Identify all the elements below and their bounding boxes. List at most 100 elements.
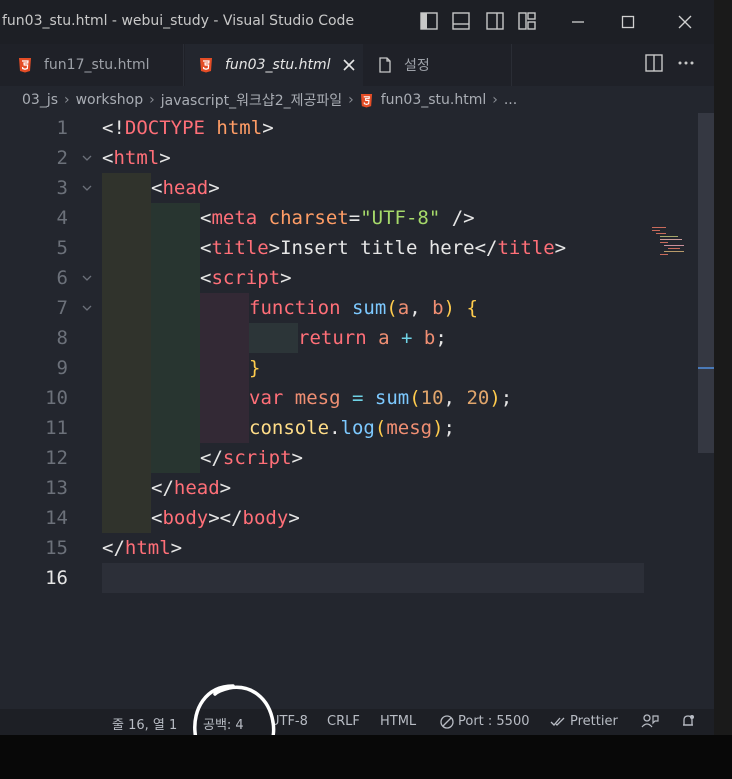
scrollbar-cursor-marker bbox=[698, 367, 714, 369]
tab-fun03-stu[interactable]: fun03_stu.html bbox=[185, 44, 363, 86]
status-bar: 줄 16, 열 1 공백: 4 UTF-8 CRLF HTML Port : 5… bbox=[0, 709, 714, 735]
port-label: Port : 5500 bbox=[458, 714, 530, 729]
code-token: a bbox=[397, 297, 410, 319]
code-line: <html> bbox=[102, 143, 171, 173]
html5-icon bbox=[18, 57, 34, 73]
desktop-background-strip bbox=[714, 0, 732, 779]
minimap[interactable] bbox=[650, 227, 698, 257]
toggle-secondary-sidebar-icon[interactable] bbox=[486, 12, 506, 32]
code-token: < bbox=[200, 237, 212, 259]
file-icon bbox=[378, 57, 394, 73]
code-token: ) bbox=[443, 297, 455, 319]
code-token: > bbox=[554, 237, 567, 259]
fold-chevron-icon[interactable] bbox=[80, 263, 94, 293]
double-check-icon bbox=[550, 716, 566, 728]
notifications-bell-icon[interactable] bbox=[680, 713, 696, 733]
breadcrumb-item[interactable]: 03_js bbox=[22, 92, 58, 108]
code-token: ></ bbox=[208, 507, 243, 529]
code-token: > bbox=[219, 477, 232, 499]
line-number: 8 bbox=[56, 327, 68, 349]
code-token: body bbox=[162, 507, 209, 529]
prettier-label: Prettier bbox=[570, 714, 618, 729]
code-token: title bbox=[211, 237, 269, 259]
desktop-background bbox=[0, 735, 732, 779]
line-number: 13 bbox=[45, 477, 68, 499]
chevron-right-icon: › bbox=[149, 92, 155, 108]
code-token: /> bbox=[440, 207, 475, 229]
code-token: <! bbox=[102, 117, 125, 139]
code-editor[interactable]: 1 2 3 4 5 6 7 8 9 10 11 12 13 14 15 16 <!DOCTYPE html> <… bbox=[0, 113, 714, 713]
code-token: charset bbox=[268, 207, 349, 229]
breadcrumb-ellipsis[interactable]: ... bbox=[504, 92, 517, 108]
indent-guide bbox=[200, 293, 249, 443]
code-token: head bbox=[173, 477, 220, 499]
breadcrumb: 03_js › workshop › javascript_워크샵2_제공파일 … bbox=[0, 86, 714, 114]
eol-setting[interactable]: CRLF bbox=[327, 714, 360, 729]
code-token: , bbox=[443, 387, 467, 409]
split-editor-icon[interactable] bbox=[645, 54, 665, 74]
code-token: < bbox=[200, 207, 212, 229]
close-tab-icon[interactable] bbox=[342, 59, 355, 71]
close-window-button[interactable] bbox=[673, 10, 697, 34]
code-token: > bbox=[262, 117, 274, 139]
code-line: <!DOCTYPE html> bbox=[102, 113, 274, 143]
maximize-button[interactable] bbox=[616, 10, 640, 34]
current-line-highlight bbox=[102, 563, 644, 593]
prettier-status[interactable]: Prettier bbox=[550, 714, 618, 729]
code-token: ) bbox=[432, 417, 444, 439]
line-number: 4 bbox=[56, 207, 68, 229]
code-token: < bbox=[151, 177, 163, 199]
vertical-scrollbar[interactable] bbox=[698, 113, 714, 453]
code-token: a bbox=[378, 327, 390, 349]
code-token: mesg bbox=[294, 387, 341, 409]
code-token: log bbox=[340, 417, 375, 439]
language-mode[interactable]: HTML bbox=[380, 714, 416, 729]
breadcrumb-item[interactable]: workshop bbox=[76, 92, 144, 108]
code-token: body bbox=[242, 507, 289, 529]
code-token: > bbox=[170, 537, 183, 559]
code-line: console.log(mesg); bbox=[249, 413, 455, 443]
code-line: <body></body> bbox=[151, 503, 300, 533]
tab-settings[interactable]: 설정 bbox=[364, 44, 512, 86]
breadcrumb-item[interactable]: javascript_워크샵2_제공파일 bbox=[161, 90, 342, 110]
code-token: > bbox=[159, 147, 171, 169]
tab-label: 설정 bbox=[404, 58, 430, 74]
tab-fun17-stu[interactable]: fun17_stu.html bbox=[0, 44, 184, 86]
line-number: 3 bbox=[56, 177, 68, 199]
line-number: 1 bbox=[56, 117, 68, 139]
html5-icon bbox=[199, 57, 215, 73]
code-token: ) bbox=[489, 387, 501, 409]
code-token: } bbox=[249, 357, 261, 379]
code-token: Insert title here bbox=[280, 237, 475, 259]
feedback-icon[interactable] bbox=[641, 713, 659, 733]
code-token: < bbox=[151, 507, 163, 529]
code-line: var mesg = sum(10, 20); bbox=[249, 383, 512, 413]
code-token: head bbox=[162, 177, 209, 199]
fold-chevron-icon[interactable] bbox=[80, 293, 94, 323]
code-token: { bbox=[466, 297, 478, 319]
toggle-panel-icon[interactable] bbox=[452, 12, 472, 32]
no-entry-icon bbox=[440, 714, 454, 729]
fold-chevron-icon[interactable] bbox=[80, 143, 94, 173]
breadcrumb-item[interactable]: fun03_stu.html bbox=[381, 92, 487, 108]
toggle-primary-sidebar-icon[interactable] bbox=[420, 12, 440, 32]
code-token: var bbox=[249, 387, 284, 409]
code-line: <script> bbox=[200, 263, 292, 293]
line-number: 12 bbox=[45, 447, 68, 469]
minimize-button[interactable] bbox=[566, 10, 590, 34]
fold-chevron-icon[interactable] bbox=[80, 173, 94, 203]
more-actions-icon[interactable] bbox=[677, 54, 697, 74]
code-token: 20 bbox=[466, 387, 490, 409]
code-token: ( bbox=[386, 297, 398, 319]
customize-layout-icon[interactable] bbox=[518, 12, 538, 32]
code-token: html bbox=[124, 537, 171, 559]
code-line: <meta charset="UTF-8" /> bbox=[200, 203, 475, 233]
code-line: </head> bbox=[151, 473, 231, 503]
html5-icon bbox=[360, 93, 373, 108]
cursor-position[interactable]: 줄 16, 열 1 bbox=[112, 714, 177, 733]
live-server-port[interactable]: Port : 5500 bbox=[440, 714, 530, 729]
